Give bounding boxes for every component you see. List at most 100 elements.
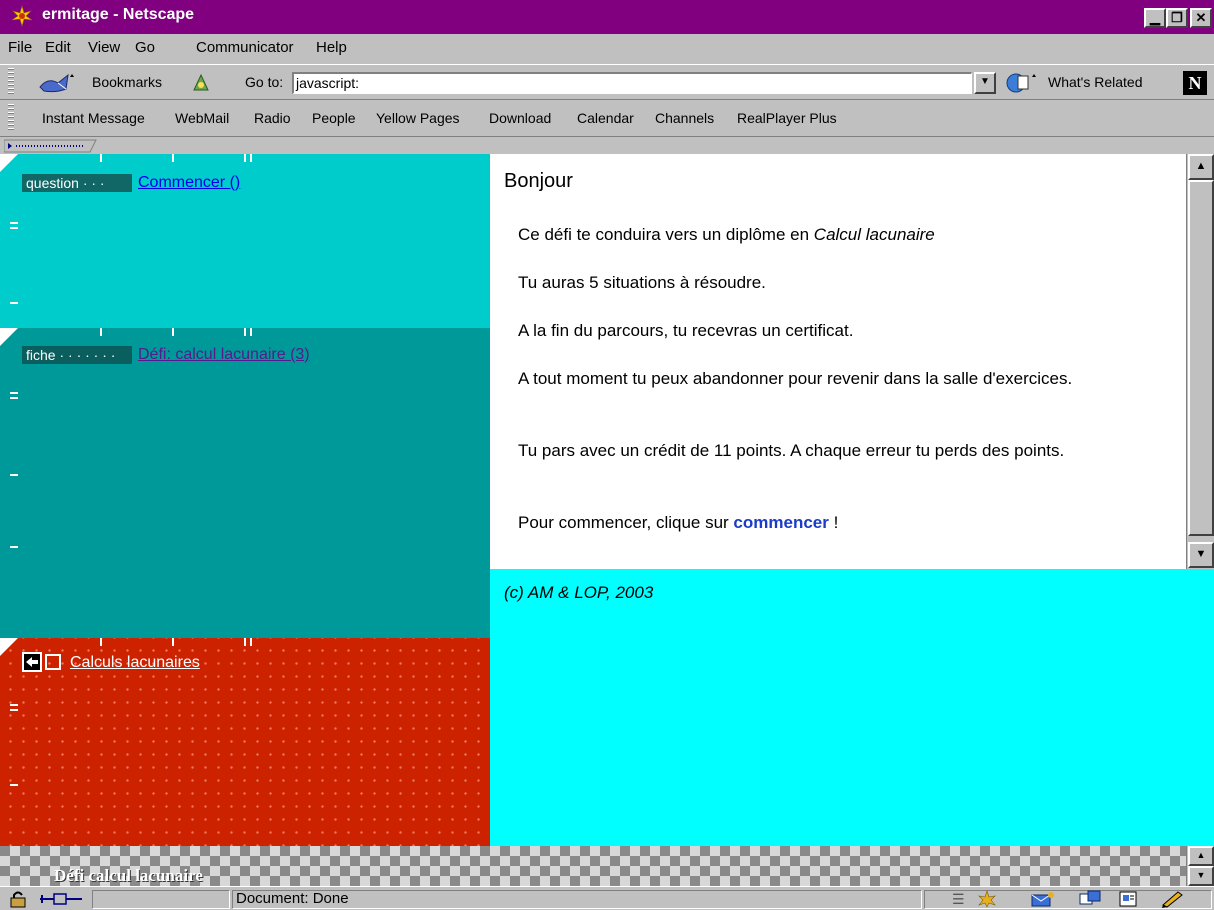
- minimize-button[interactable]: ▁: [1144, 8, 1166, 28]
- commencer-inline-link[interactable]: commencer: [733, 513, 828, 532]
- status-text: Document: Done: [236, 890, 349, 907]
- banner-scroll-down-button[interactable]: ▼: [1188, 866, 1214, 886]
- navigator-icon[interactable]: [976, 890, 998, 908]
- page-proxy-icon[interactable]: [190, 72, 212, 94]
- close-icon: ✕: [1195, 10, 1207, 25]
- start-paragraph: Pour commencer, clique sur commencer !: [518, 512, 1158, 534]
- personal-item-instant-message[interactable]: Instant Message: [42, 110, 145, 126]
- side-tick: [10, 784, 18, 786]
- maximize-button[interactable]: ❐: [1166, 8, 1188, 28]
- scroll-thumb[interactable]: [1188, 180, 1214, 536]
- menu-go[interactable]: Go: [135, 39, 155, 56]
- toolbar-grip[interactable]: [8, 68, 14, 96]
- start-text: Pour commencer, clique sur: [518, 513, 734, 532]
- arrow-up-icon: ▲: [1195, 160, 1207, 172]
- subject-name: Calcul lacunaire: [813, 225, 935, 244]
- navigation-frame: Calculs lacunaires: [0, 638, 490, 846]
- menu-bar: File Edit View Go Communicator Help: [0, 34, 1214, 62]
- personal-item-realplayer-plus[interactable]: RealPlayer Plus: [737, 110, 837, 126]
- arrow-up-icon: ▲: [1196, 850, 1206, 860]
- side-tick: [10, 704, 18, 706]
- side-tick: [10, 546, 18, 548]
- frame-corner-marker: [0, 328, 18, 346]
- side-tick: [10, 709, 18, 711]
- title-bar[interactable]: ermitage - Netscape ▁ ❐ ✕: [0, 0, 1214, 34]
- personal-item-yellow-pages[interactable]: Yellow Pages: [376, 110, 460, 126]
- url-input[interactable]: javascript:: [292, 72, 972, 94]
- scroll-up-button[interactable]: ▲: [1188, 154, 1214, 180]
- personal-item-calendar[interactable]: Calendar: [577, 110, 634, 126]
- scroll-down-button[interactable]: ▼: [1188, 542, 1214, 568]
- ruler-tick: [100, 638, 102, 646]
- personal-item-channels[interactable]: Channels: [655, 110, 714, 126]
- newsgroups-icon[interactable]: [1078, 890, 1102, 908]
- ruler-tick: [100, 328, 102, 336]
- collapsed-toolbar-strip: [0, 138, 1214, 154]
- goto-label: Go to:: [245, 74, 284, 90]
- arrow-down-icon: ▼: [1196, 870, 1206, 880]
- content-frame: Bonjour Ce défi te conduira vers un dipl…: [490, 154, 1186, 569]
- footer-frame: (c) AM & LOP, 2003: [490, 569, 1214, 846]
- mail-icon[interactable]: [1030, 890, 1056, 908]
- close-button[interactable]: ✕: [1190, 8, 1212, 28]
- ruler-tick: [172, 154, 174, 162]
- side-tick: [10, 227, 18, 229]
- address-book-icon[interactable]: [1118, 890, 1140, 908]
- composer-icon[interactable]: [1160, 890, 1186, 908]
- personal-item-download[interactable]: Download: [489, 110, 551, 126]
- situations-paragraph: Tu auras 5 situations à résoudre.: [518, 273, 766, 292]
- whats-related-label[interactable]: What's Related: [1048, 74, 1143, 90]
- menu-edit[interactable]: Edit: [45, 39, 71, 56]
- progress-bar: [92, 890, 230, 909]
- defi-calcul-lacunaire-link[interactable]: Défi: calcul lacunaire (3): [138, 346, 310, 364]
- certificate-paragraph: A la fin du parcours, tu recevras un cer…: [518, 321, 854, 340]
- side-tick: [10, 302, 18, 304]
- personal-toolbar: Instant Message WebMail Radio People Yel…: [0, 101, 1214, 137]
- menu-help[interactable]: Help: [316, 39, 347, 56]
- personal-item-webmail[interactable]: WebMail: [175, 110, 229, 126]
- connection-status-icon: [40, 893, 82, 905]
- content-scrollbar[interactable]: ▲ ▼: [1186, 154, 1214, 569]
- security-lock-icon[interactable]: [8, 890, 32, 908]
- menu-view[interactable]: View: [88, 39, 120, 56]
- banner-scrollbar[interactable]: ▲ ▼: [1186, 846, 1214, 886]
- collapsed-toolbar-tab[interactable]: [4, 139, 100, 153]
- restore-icon: ❐: [1171, 10, 1183, 25]
- window-title: ermitage - Netscape: [42, 6, 195, 23]
- start-text-end: !: [828, 513, 839, 532]
- netscape-n-icon[interactable]: N: [1183, 71, 1207, 95]
- component-grip-icon[interactable]: ☰: [952, 891, 965, 908]
- whats-related-icon[interactable]: [1004, 71, 1040, 95]
- personal-item-radio[interactable]: Radio: [254, 110, 291, 126]
- ruler-tick: [244, 328, 246, 336]
- menu-file[interactable]: File: [8, 39, 32, 56]
- bookmarks-label[interactable]: Bookmarks: [92, 74, 162, 90]
- page-title: Bonjour: [504, 170, 573, 192]
- netscape-app-icon[interactable]: [10, 5, 34, 27]
- menu-communicator[interactable]: Communicator: [196, 39, 294, 56]
- fiche-tag: fiche · · · · · · ·: [22, 346, 132, 364]
- frame-corner-marker: [0, 154, 18, 172]
- ruler-tick: [100, 154, 102, 162]
- url-dropdown-button[interactable]: ▼: [974, 72, 996, 94]
- ruler-tick: [244, 154, 246, 162]
- status-bar: Document: Done ☰: [0, 886, 1214, 910]
- intro-paragraph: Ce défi te conduira vers un diplôme en C…: [518, 224, 1158, 246]
- title-banner-frame: Défi calcul lacunaire: [0, 846, 1186, 886]
- arrow-down-icon: ▼: [1195, 548, 1207, 560]
- ruler-tick: [172, 328, 174, 336]
- abandon-paragraph: A tout moment tu peux abandonner pour re…: [518, 369, 1073, 388]
- side-tick: [10, 474, 18, 476]
- personal-item-people[interactable]: People: [312, 110, 356, 126]
- commencer-link[interactable]: Commencer (): [138, 174, 240, 192]
- toolbar-grip[interactable]: [8, 104, 14, 132]
- back-arrow-icon[interactable]: [22, 652, 66, 672]
- calculs-lacunaires-link[interactable]: Calculs lacunaires: [70, 654, 200, 672]
- question-tag: question · · ·: [22, 174, 132, 192]
- banner-title: Défi calcul lacunaire: [54, 866, 203, 885]
- ruler-tick: [250, 154, 252, 162]
- credit-paragraph: Tu pars avec un crédit de 11 points. A c…: [518, 441, 1065, 460]
- copyright-text: (c) AM & LOP, 2003: [504, 583, 654, 602]
- bookmarks-icon[interactable]: [38, 71, 78, 95]
- banner-scroll-up-button[interactable]: ▲: [1188, 846, 1214, 866]
